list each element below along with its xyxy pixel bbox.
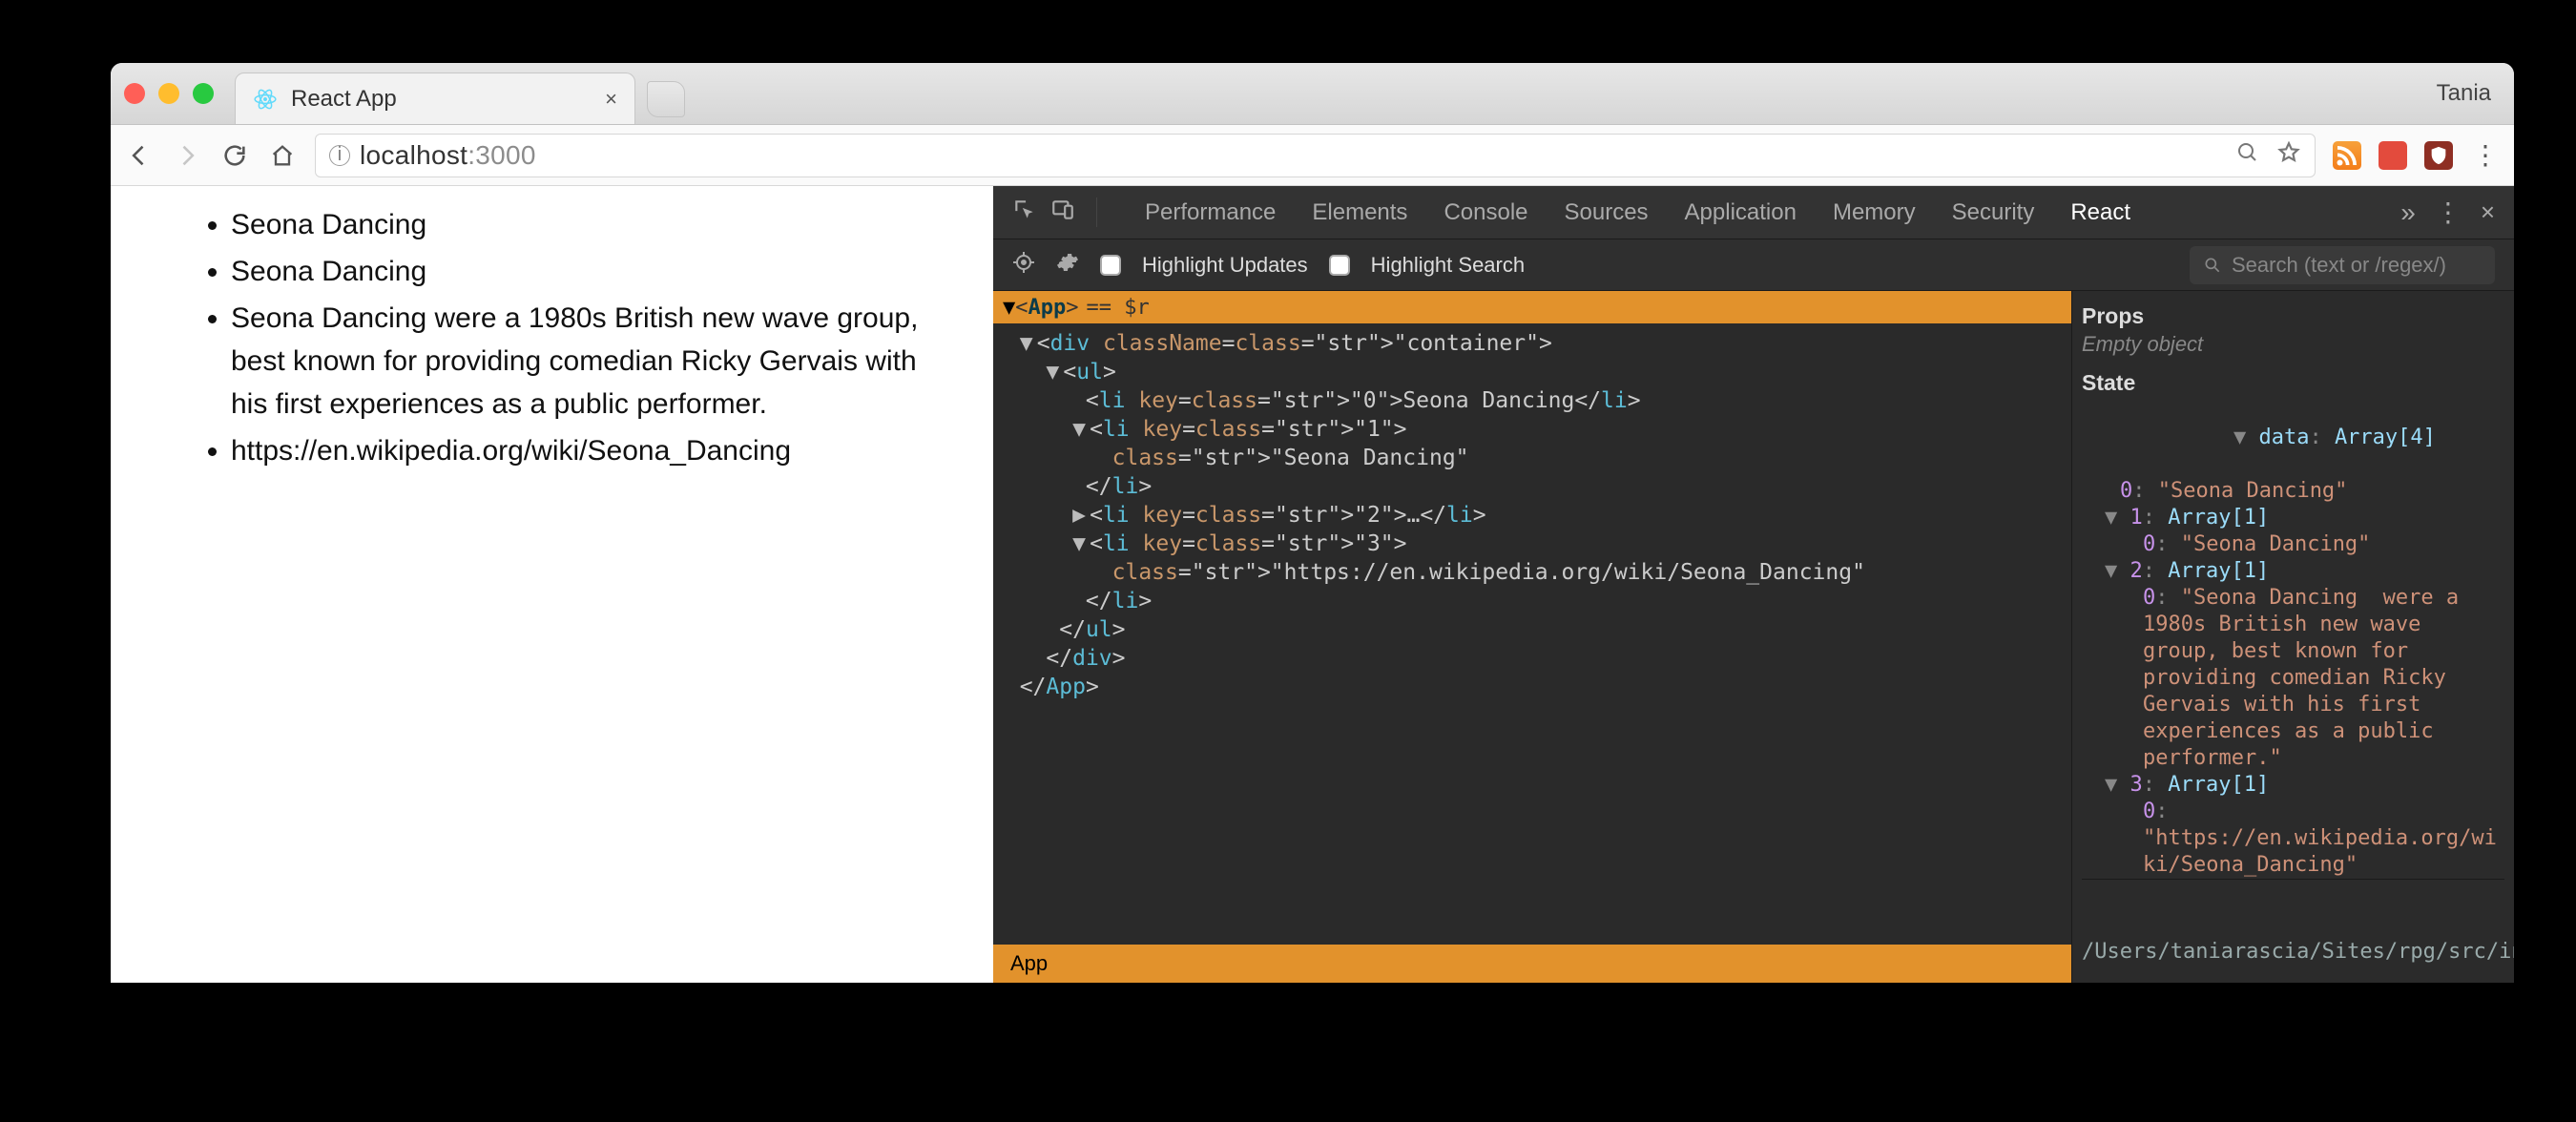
- highlight-updates-label: Highlight Updates: [1142, 253, 1308, 278]
- state-data-row[interactable]: ▼ data: Array[4]: [2082, 398, 2504, 478]
- list-item: https://en.wikipedia.org/wiki/Seona_Danc…: [231, 429, 945, 472]
- list-item: Seona Dancing: [231, 250, 945, 293]
- devtools-tab-performance[interactable]: Performance: [1145, 199, 1276, 226]
- devtools-tab-console[interactable]: Console: [1444, 199, 1527, 226]
- devtools-tab-application[interactable]: Application: [1685, 199, 1797, 226]
- home-button[interactable]: [267, 140, 298, 171]
- devtools-tab-react[interactable]: React: [2070, 199, 2130, 226]
- component-tree[interactable]: ▼<div className=class="str">"container">…: [993, 323, 2071, 945]
- props-state-panel: Props Empty object State ▼ data: Array[4…: [2071, 291, 2514, 983]
- profile-label[interactable]: Tania: [2437, 80, 2491, 107]
- state-entry[interactable]: ▼ 1: Array[1]: [2082, 505, 2504, 531]
- rss-extension-icon[interactable]: [2333, 141, 2361, 170]
- device-toolbar-icon[interactable]: [1050, 197, 1075, 227]
- url-text: localhost:3000: [360, 140, 536, 171]
- devtools-close-icon[interactable]: ×: [2481, 197, 2495, 227]
- source-location[interactable]: /Users/taniarascia/Sites/rpg/src/index.j…: [2082, 879, 2504, 983]
- devtools-tab-memory[interactable]: Memory: [1833, 199, 1916, 226]
- page-list: Seona DancingSeona DancingSeona Dancing …: [197, 203, 945, 472]
- zoom-icon[interactable]: [2236, 141, 2259, 169]
- settings-gear-icon[interactable]: [1056, 251, 1079, 280]
- devtools-body: ▼<App>== $r ▼<div className=class="str">…: [993, 291, 2514, 983]
- tab-close-icon[interactable]: ×: [605, 87, 617, 112]
- minimize-window-button[interactable]: [158, 83, 179, 104]
- component-tree-column: ▼<App>== $r ▼<div className=class="str">…: [993, 291, 2071, 983]
- selected-component-row[interactable]: ▼<App>== $r: [993, 291, 2071, 323]
- react-devtools-toolbar: Highlight Updates Highlight Search Searc…: [993, 239, 2514, 291]
- react-search-placeholder: Search (text or /regex/): [2232, 253, 2446, 278]
- forward-button[interactable]: [172, 140, 202, 171]
- highlight-search-label: Highlight Search: [1371, 253, 1525, 278]
- react-search-input[interactable]: Search (text or /regex/): [2190, 246, 2495, 284]
- tab-title: React App: [291, 86, 592, 113]
- state-entry[interactable]: 0: "Seona Dancing": [2082, 478, 2504, 505]
- list-item: Seona Dancing: [231, 203, 945, 246]
- address-bar[interactable]: i localhost:3000: [315, 134, 2316, 177]
- tab-strip: React App × Tania: [111, 63, 2514, 125]
- back-button[interactable]: [124, 140, 155, 171]
- highlight-updates-checkbox[interactable]: [1100, 255, 1121, 276]
- devtools-tab-security[interactable]: Security: [1952, 199, 2035, 226]
- bookmark-star-icon[interactable]: [2276, 140, 2301, 170]
- devtools-tab-sources[interactable]: Sources: [1565, 199, 1649, 226]
- close-window-button[interactable]: [124, 83, 145, 104]
- devtools-tab-elements[interactable]: Elements: [1312, 199, 1407, 226]
- site-info-icon[interactable]: i: [329, 145, 350, 166]
- browser-menu-button[interactable]: ⋮: [2470, 140, 2501, 171]
- state-entry[interactable]: ▼ 2: Array[1]: [2082, 558, 2504, 585]
- extension-row: ⋮: [2333, 140, 2501, 171]
- state-entry-child[interactable]: 0: "Seona Dancing": [2082, 531, 2504, 558]
- reload-button[interactable]: [219, 140, 250, 171]
- browser-toolbar: i localhost:3000 ⋮: [111, 125, 2514, 186]
- list-item: Seona Dancing were a 1980s British new w…: [231, 297, 945, 426]
- state-entry-child[interactable]: 0: "https://en.wikipedia.org/wiki/Seona_…: [2082, 799, 2504, 879]
- props-heading: Props: [2082, 302, 2504, 329]
- browser-window: React App × Tania i localhost:3000: [111, 63, 2514, 983]
- state-entry[interactable]: ▼ 3: Array[1]: [2082, 772, 2504, 799]
- content-area: Seona DancingSeona DancingSeona Dancing …: [111, 186, 2514, 983]
- state-heading: State: [2082, 369, 2504, 396]
- props-empty: Empty object: [2082, 331, 2504, 358]
- devtools-panel: Performance Elements Console Sources Applica…: [993, 186, 2514, 983]
- devtools-tabs: Performance Elements Console Sources Applica…: [993, 186, 2514, 239]
- state-entry-child[interactable]: 0: "Seona Dancing were a 1980s British n…: [2082, 585, 2504, 772]
- highlight-search-checkbox[interactable]: [1329, 255, 1350, 276]
- window-controls: [124, 83, 214, 104]
- inspect-element-icon[interactable]: [1012, 197, 1037, 227]
- target-icon[interactable]: [1012, 251, 1035, 280]
- new-tab-button[interactable]: [647, 81, 685, 117]
- browser-tab[interactable]: React App ×: [235, 73, 635, 124]
- breadcrumb-app[interactable]: App: [993, 945, 2071, 983]
- react-favicon-icon: [253, 87, 278, 112]
- ublock-extension-icon[interactable]: [2424, 141, 2453, 170]
- fullscreen-window-button[interactable]: [193, 83, 214, 104]
- rendered-page: Seona DancingSeona DancingSeona Dancing …: [111, 186, 993, 983]
- extension-icon-2[interactable]: [2379, 141, 2407, 170]
